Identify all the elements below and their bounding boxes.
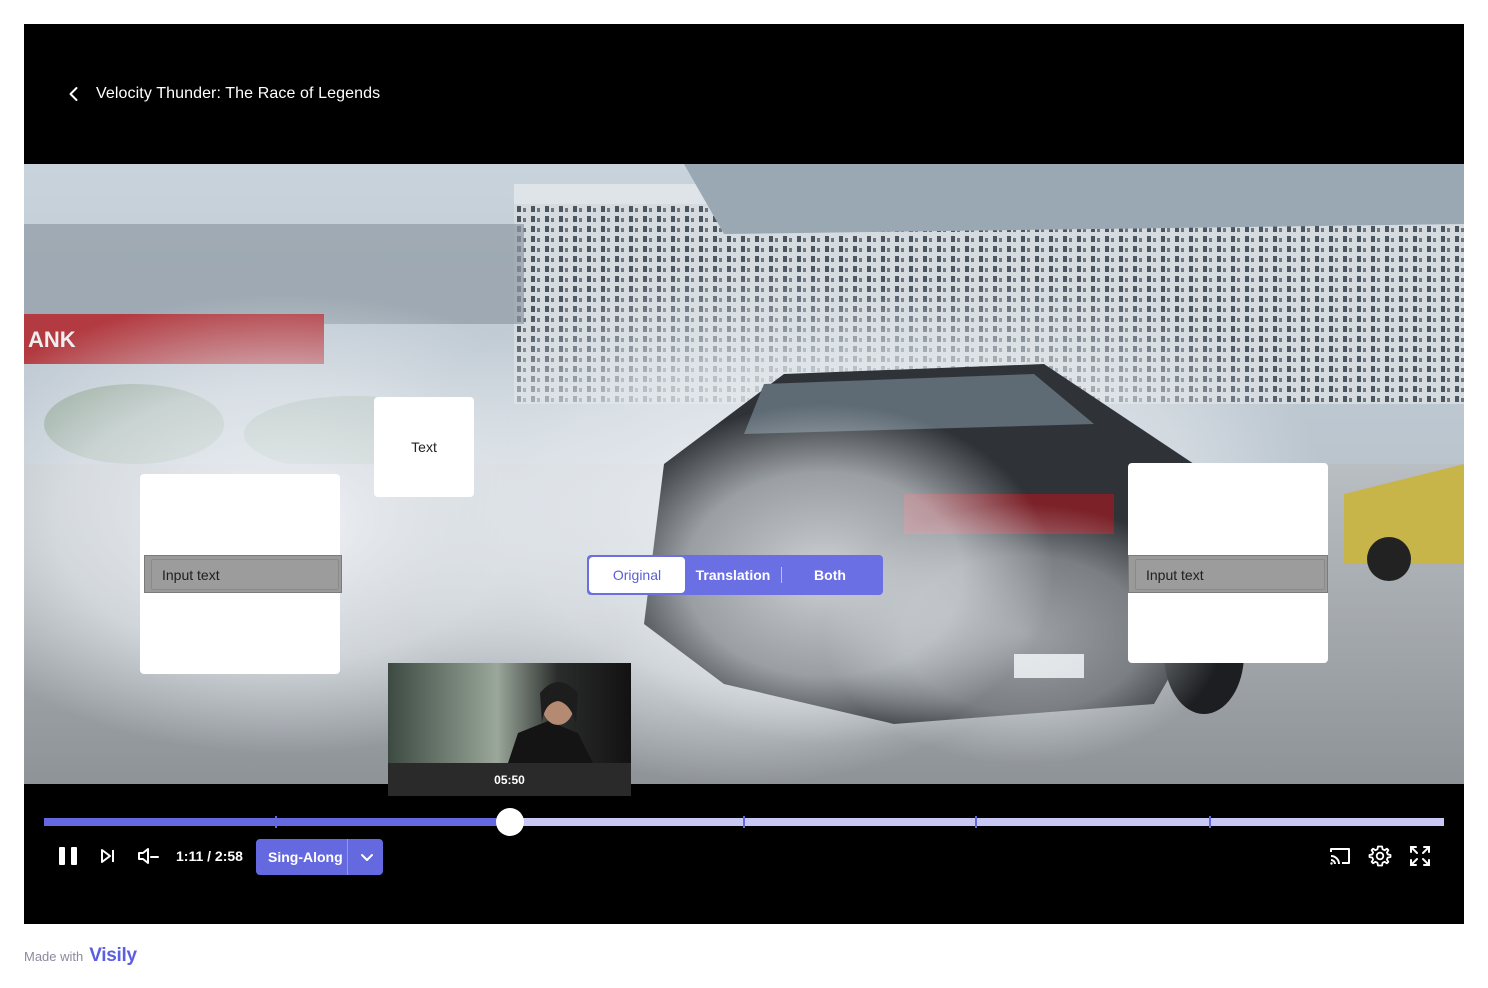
input-text-field-left[interactable]: Input text [151,559,339,590]
cast-button[interactable] [1328,844,1352,868]
input-text-field-right[interactable]: Input text [1135,559,1325,590]
dropdown-divider [347,839,348,875]
mode-original-button[interactable]: Original [589,557,685,593]
cast-icon [1330,848,1350,865]
preview-timestamp: 05:50 [388,763,631,796]
video-title: Velocity Thunder: The Race of Legends [96,85,381,102]
chapter-marker [1209,816,1212,828]
progress-thumb[interactable] [496,808,525,836]
made-with-footer[interactable]: Made with Visily [24,942,137,970]
scrub-preview: 05:50 [388,663,631,796]
next-button[interactable] [96,844,120,868]
mute-button[interactable] [136,844,160,868]
chapter-marker [275,816,278,828]
mode-translation-button[interactable]: Translation [685,557,781,593]
fullscreen-button[interactable] [1408,844,1432,868]
mode-both-button[interactable]: Both [782,557,878,593]
chapter-marker [975,816,978,828]
text-card: Text [374,397,474,497]
chevron-down-icon [355,845,379,869]
fullscreen-icon [1410,846,1430,866]
preview-thumbnail [388,663,631,763]
input-right-container: Input text [1128,555,1328,593]
gear-icon [1368,845,1392,867]
progress-bar[interactable] [44,808,1444,836]
video-frame[interactable]: ANK Text Input text Input text Original … [24,164,1464,784]
chevron-left-icon [69,87,78,101]
chapter-marker [743,816,745,828]
control-bar: 1:11 / 2:58 Sing-Along [24,836,1464,876]
volume-mute-icon [138,848,159,864]
visily-logo: Visily [89,945,137,966]
sing-along-dropdown[interactable]: Sing-Along [256,839,383,875]
player-top-bar: Velocity Thunder: The Race of Legends [24,24,1464,164]
skip-next-icon [101,849,114,863]
pause-button[interactable] [56,844,80,868]
time-display: 1:11 / 2:58 [176,848,243,864]
sing-along-label: Sing-Along [268,849,343,865]
input-left-container: Input text [144,555,342,593]
settings-button[interactable] [1368,844,1392,868]
back-button[interactable] [62,82,86,106]
pause-icon [59,847,77,865]
subtitle-mode-toggle: Original Translation Both [587,555,883,595]
video-player: Velocity Thunder: The Race of Legends AN… [24,24,1464,924]
made-with-text: Made with [24,948,84,964]
